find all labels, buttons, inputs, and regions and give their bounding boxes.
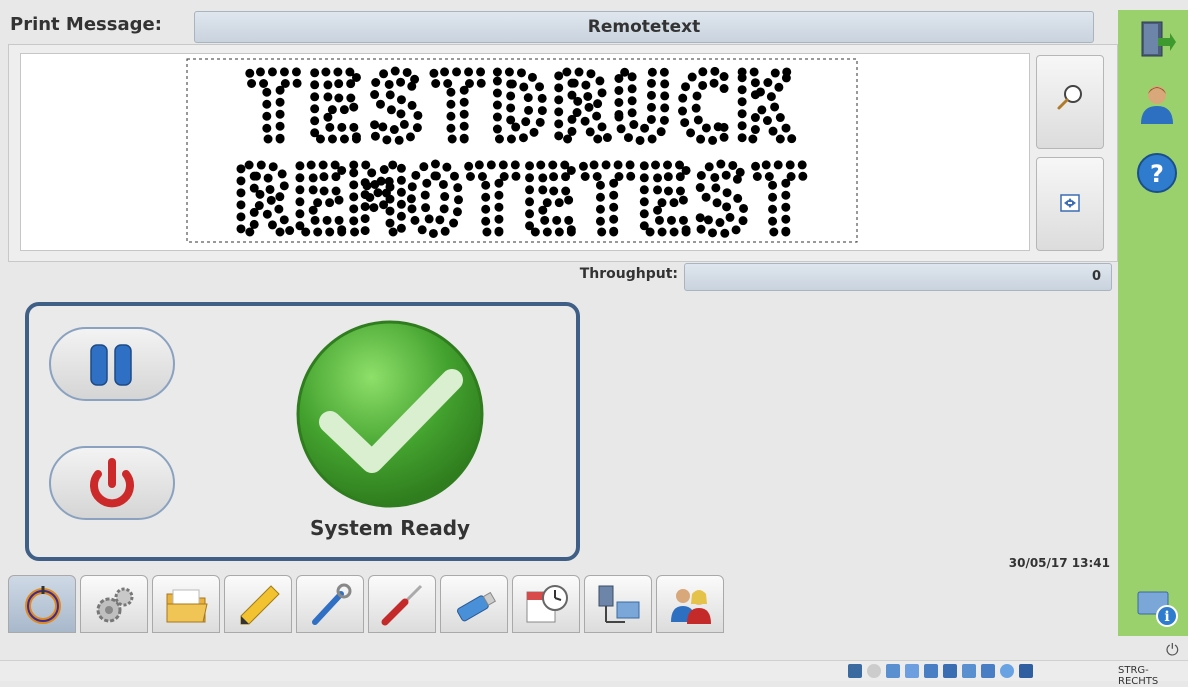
- taskbar: STRG-RECHTS: [0, 660, 1188, 687]
- help-icon[interactable]: ?: [1136, 152, 1178, 194]
- datetime: 30/05/17 13:41: [1008, 556, 1110, 570]
- tab-usb[interactable]: [440, 575, 508, 633]
- folder-share-icon[interactable]: [924, 664, 938, 678]
- screwdriver-icon: [381, 584, 423, 626]
- power-button[interactable]: [49, 446, 175, 520]
- power-small-icon[interactable]: ⏻: [1166, 640, 1179, 660]
- pause-icon: [90, 344, 132, 386]
- system-status-text: System Ready: [309, 516, 471, 540]
- hotkey-label: STRG-RECHTS: [1118, 665, 1159, 687]
- exit-door-icon[interactable]: [1136, 18, 1178, 60]
- tab-network[interactable]: [584, 575, 652, 633]
- users-icon: [671, 589, 711, 624]
- pencil-icon: [240, 585, 280, 625]
- fit-to-screen-icon: [1060, 194, 1080, 212]
- throughput-field: 0: [684, 263, 1112, 291]
- tab-edit[interactable]: [224, 575, 292, 633]
- throughput-value: 0: [1091, 269, 1101, 284]
- power-icon: [90, 458, 134, 508]
- mouse-integration-icon[interactable]: [1000, 664, 1014, 678]
- pen-icon[interactable]: [905, 664, 919, 678]
- cpu-icon[interactable]: [981, 664, 995, 678]
- print-message-label: Print Message:: [10, 14, 162, 35]
- network-icon[interactable]: [886, 664, 900, 678]
- message-name-field[interactable]: Remotetext: [194, 11, 1094, 43]
- settings-gears-icon: [96, 587, 134, 623]
- pause-button[interactable]: [49, 327, 175, 401]
- wrench-screwdriver-icon: [312, 583, 352, 625]
- tab-files[interactable]: [152, 575, 220, 633]
- tab-tools[interactable]: [296, 575, 364, 633]
- zoom-button[interactable]: [1036, 55, 1104, 149]
- network-computer-icon: [598, 585, 640, 623]
- fit-to-screen-button[interactable]: [1036, 157, 1104, 251]
- user-icon[interactable]: [1136, 82, 1178, 124]
- svg-text:i: i: [1164, 609, 1169, 625]
- print-tab-icon: [25, 586, 61, 624]
- arrow-down-icon[interactable]: [1019, 664, 1033, 678]
- tab-print[interactable]: [8, 575, 76, 633]
- tab-users[interactable]: [656, 575, 724, 633]
- preview-line-1: TESTDRUCK: [246, 54, 799, 161]
- preview-line-2: REMOTETEST: [235, 147, 809, 250]
- tab-settings[interactable]: [80, 575, 148, 633]
- video-icon[interactable]: [962, 664, 976, 678]
- svg-text:?: ?: [1150, 160, 1164, 188]
- cd-icon[interactable]: [867, 664, 881, 678]
- folder-icon: [166, 589, 208, 623]
- preview-dot-text: TESTDRUCK REMOTETEST: [186, 54, 858, 250]
- checkmark-icon: [296, 320, 484, 508]
- disk-icon[interactable]: [848, 664, 862, 678]
- throughput-label: Throughput:: [579, 266, 678, 282]
- magnifier-icon: [1057, 85, 1082, 110]
- display-icon[interactable]: [943, 664, 957, 678]
- monitor-info-icon[interactable]: i: [1136, 586, 1178, 628]
- usb-stick-icon: [457, 591, 497, 622]
- tab-service[interactable]: [368, 575, 436, 633]
- message-preview: TESTDRUCK REMOTETEST: [20, 53, 1030, 251]
- tab-bar: [8, 575, 1116, 635]
- tab-schedule[interactable]: [512, 575, 580, 633]
- calendar-clock-icon: [526, 585, 568, 623]
